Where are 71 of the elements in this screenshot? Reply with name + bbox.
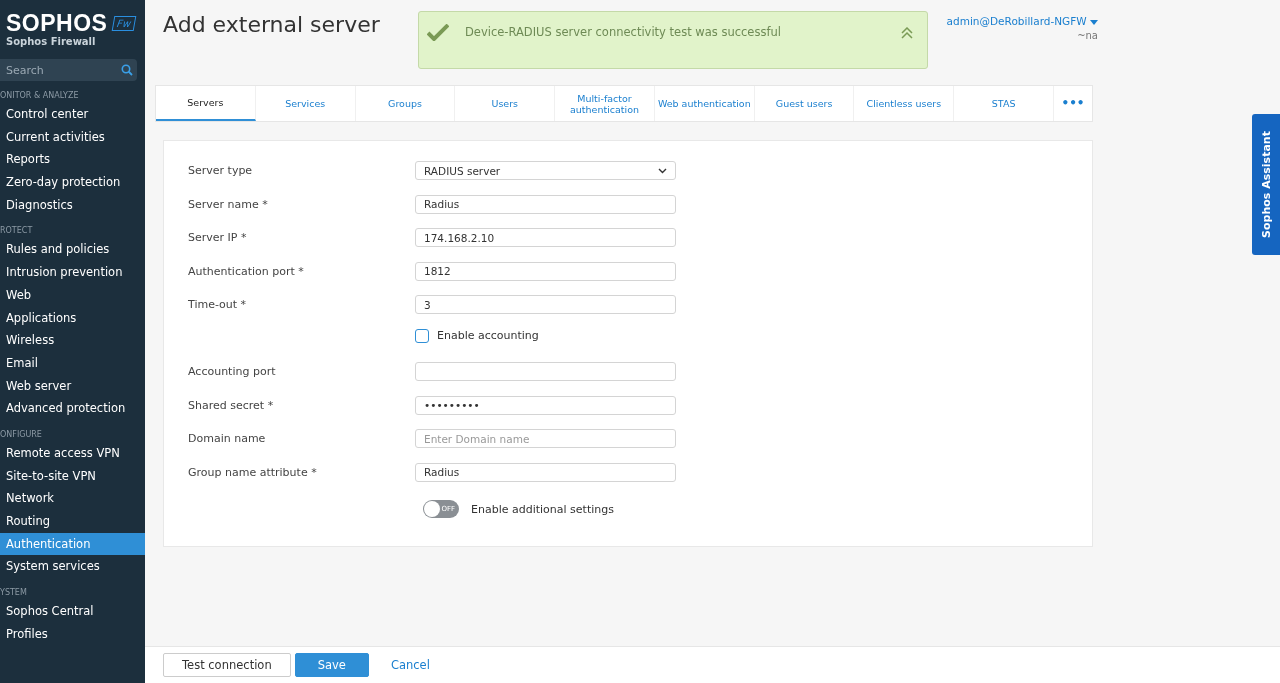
sidebar-item[interactable]: Wireless — [0, 329, 145, 352]
user-subtitle: ~na — [1077, 30, 1098, 41]
input-field[interactable]: 174.168.2.10 — [415, 228, 676, 247]
sidebar-item[interactable]: Applications — [0, 306, 145, 330]
tab[interactable]: Web authentication — [654, 86, 755, 121]
sidebar-item[interactable]: Web — [0, 283, 145, 307]
tab[interactable]: Multi-factor authentication — [555, 86, 655, 121]
checkbox-label: Enable accounting — [437, 329, 539, 342]
input-field[interactable]: 3 — [415, 295, 676, 314]
sidebar-item[interactable]: Control center — [0, 103, 145, 126]
tab[interactable]: Servers — [156, 86, 256, 121]
section-heading: ONFIGURE — [0, 428, 43, 441]
search-icon — [121, 64, 133, 76]
section-heading: ROTECT — [0, 225, 34, 238]
product-badge: Fw — [112, 15, 137, 31]
sidebar-item[interactable]: System services — [0, 555, 145, 579]
server-type-dropdown[interactable]: RADIUS server — [415, 161, 676, 180]
sidebar-item[interactable]: Reports — [0, 148, 145, 172]
input-field[interactable]: 1812 — [415, 261, 676, 281]
field-label: Time-out * — [188, 297, 248, 311]
tab[interactable]: Guest users — [754, 86, 855, 121]
field-label: Authentication port * — [188, 263, 305, 278]
caret-icon — [1090, 20, 1098, 25]
field-label: Server name * — [188, 196, 269, 211]
collapse-icon[interactable] — [901, 27, 913, 39]
sidebar-item[interactable]: Current activities — [0, 125, 145, 149]
section-heading: ONITOR & ANALYZE — [0, 90, 80, 102]
input-field[interactable] — [415, 362, 676, 381]
field-label: Group name attribute * — [188, 464, 318, 479]
toggle-label: Enable additional settings — [471, 502, 614, 516]
sidebar-item[interactable]: Zero-day protection — [0, 171, 145, 194]
sidebar-item[interactable]: Advanced protection — [0, 397, 145, 420]
tab[interactable]: STAS — [954, 86, 1055, 121]
sidebar-item[interactable]: Remote access VPN — [0, 441, 145, 465]
input-field[interactable]: Enter Domain name — [415, 429, 676, 448]
cancel-link[interactable]: Cancel — [372, 653, 448, 677]
logo-text: SOPHOS — [6, 12, 108, 34]
sidebar-item[interactable]: Web server — [0, 374, 145, 398]
test-connection-button[interactable]: Test connection — [163, 653, 291, 677]
field-label: Server IP * — [188, 230, 248, 244]
user-menu[interactable]: admin@DeRobillard-NGFW — [946, 15, 1098, 27]
page-title: Add external server — [163, 12, 380, 37]
tab[interactable]: Clientless users — [854, 86, 955, 121]
field-label: Shared secret * — [188, 397, 275, 412]
product-name: Sophos Firewall — [6, 36, 97, 47]
input-field[interactable]: ••••••••• — [415, 395, 676, 415]
search-field[interactable]: Search — [0, 59, 137, 81]
chevron-icon — [658, 167, 667, 174]
field-label: Accounting port — [188, 364, 277, 378]
sidebar-item[interactable]: Site-to-site VPN — [0, 464, 145, 488]
section-heading: YSTEM — [0, 587, 28, 600]
sidebar-item[interactable]: Rules and policies — [0, 238, 145, 262]
input-field[interactable]: Radius — [415, 462, 676, 482]
field-label: Server type — [188, 163, 254, 177]
sidebar-item[interactable]: Intrusion prevention — [0, 261, 145, 284]
assistant-tab[interactable]: Sophos Assistant — [1252, 114, 1280, 255]
tab[interactable]: Services — [255, 86, 356, 121]
field-label: Domain name — [188, 431, 267, 445]
tab[interactable]: Groups — [355, 86, 456, 121]
sidebar-item[interactable]: Diagnostics — [0, 193, 145, 217]
sidebar-item[interactable]: Profiles — [0, 622, 145, 646]
toast-message: Device-RADIUS server connectivity test was successful — [465, 25, 782, 39]
sidebar-item[interactable]: Routing — [0, 510, 145, 533]
checkbox[interactable] — [415, 328, 429, 343]
tab[interactable]: Users — [455, 86, 556, 121]
sidebar-item[interactable]: Email — [0, 351, 145, 375]
checkmark-icon — [427, 24, 449, 41]
more-tab[interactable]: ••• — [1054, 86, 1093, 121]
sidebar-item[interactable]: Network — [0, 487, 145, 510]
sidebar-item[interactable]: Sophos Central — [0, 600, 145, 623]
input-field[interactable]: Radius — [415, 194, 676, 214]
